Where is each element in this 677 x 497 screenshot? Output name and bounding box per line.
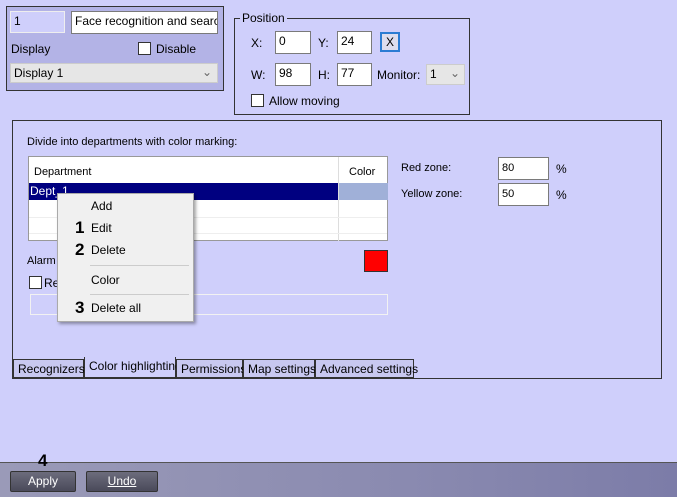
x-label: X: — [251, 36, 263, 50]
color-cell[interactable] — [339, 183, 388, 200]
menu-separator — [90, 265, 189, 266]
tab-map-settings[interactable]: Map settings — [243, 359, 316, 378]
annotation-1: 1 — [75, 218, 85, 237]
menu-item-edit[interactable]: Edit — [91, 221, 112, 235]
disable-checkbox[interactable] — [138, 42, 151, 55]
annotation-2: 2 — [75, 240, 85, 259]
chevron-down-icon: ⌄ — [449, 66, 460, 80]
allow-moving-label: Allow moving — [269, 94, 340, 108]
chevron-down-icon: ⌄ — [201, 65, 212, 79]
yellow-zone-percent: % — [556, 188, 567, 202]
y-field[interactable]: 24 — [337, 31, 372, 54]
menu-item-delete-all[interactable]: Delete all — [91, 301, 141, 315]
apply-button[interactable]: Apply — [10, 471, 76, 492]
w-field[interactable]: 98 — [275, 63, 311, 86]
tab-permissions[interactable]: Permissions — [176, 359, 246, 378]
tab-advanced-settings[interactable]: Advanced settings — [315, 359, 418, 378]
alarm-color-swatch[interactable] — [364, 250, 388, 272]
red-zone-percent: % — [556, 162, 567, 176]
alarm-label: Alarm — [27, 255, 56, 267]
re-checkbox[interactable] — [29, 276, 42, 289]
undo-button[interactable]: Undo — [86, 471, 158, 492]
h-field[interactable]: 77 — [337, 63, 372, 86]
divide-label: Divide into departments with color marki… — [27, 136, 238, 148]
red-zone-label: Red zone: — [401, 162, 452, 174]
allow-moving-checkbox[interactable] — [251, 94, 264, 107]
w-label: W: — [251, 68, 266, 82]
tab-color-highlighting[interactable]: Color highlighting — [84, 357, 182, 378]
monitor-select[interactable]: 1 ⌄ — [426, 64, 465, 85]
red-zone-field[interactable]: 80 — [498, 157, 549, 180]
annotation-3: 3 — [75, 298, 85, 317]
tab-recognizers[interactable]: Recognizers — [13, 359, 85, 378]
menu-item-delete[interactable]: Delete — [91, 243, 126, 257]
header-color[interactable]: Color — [349, 166, 375, 178]
menu-item-color[interactable]: Color — [91, 273, 120, 287]
display-select-value: Display 1 — [14, 66, 64, 80]
display-select[interactable]: Display 1 ⌄ — [10, 63, 218, 83]
x-field[interactable]: 0 — [275, 31, 311, 54]
menu-separator — [90, 294, 189, 295]
y-label: Y: — [318, 36, 329, 50]
id-field[interactable]: 1 — [10, 11, 65, 33]
h-label: H: — [318, 68, 330, 82]
yellow-zone-field[interactable]: 50 — [498, 183, 549, 206]
header-department[interactable]: Department — [34, 166, 91, 178]
display-label: Display — [11, 42, 51, 56]
menu-item-add[interactable]: Add — [91, 199, 112, 213]
name-field[interactable]: Face recognition and search 1 — [71, 11, 218, 34]
context-menu: Add 1 Edit 2 Delete Color 3 Delete all — [57, 193, 194, 322]
disable-label: Disable — [156, 42, 197, 56]
monitor-label: Monitor: — [377, 68, 421, 82]
position-title: Position — [240, 11, 287, 25]
annotation-4: 4 — [38, 451, 48, 470]
yellow-zone-label: Yellow zone: — [401, 188, 463, 200]
monitor-select-value: 1 — [430, 67, 437, 81]
reset-position-button[interactable]: X — [380, 32, 400, 52]
